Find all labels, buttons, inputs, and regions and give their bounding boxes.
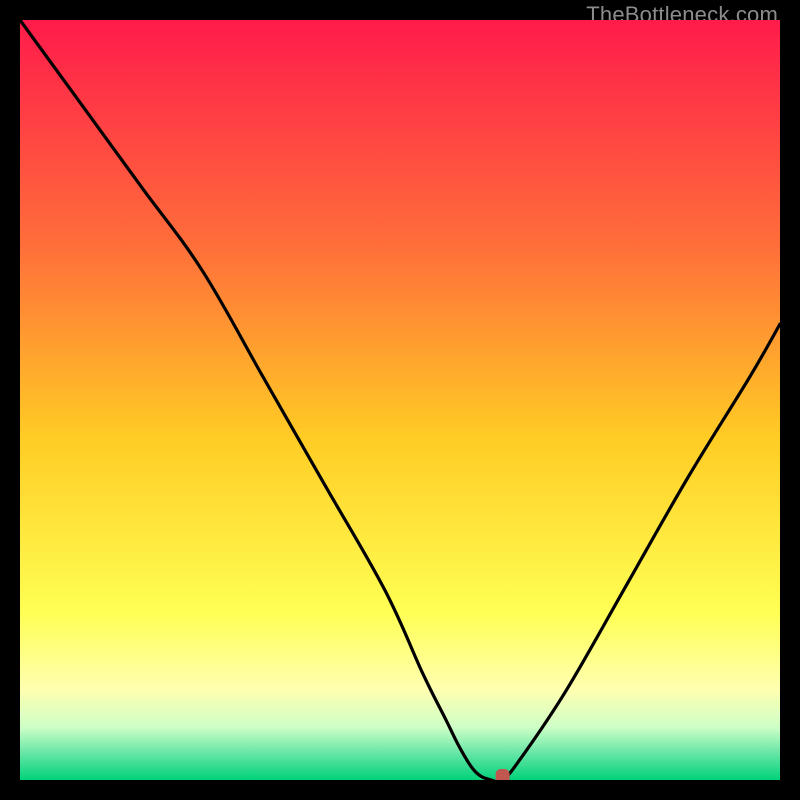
chart-background [20,20,780,780]
optimal-point-marker [496,769,510,780]
chart-frame [20,20,780,780]
bottleneck-chart [20,20,780,780]
